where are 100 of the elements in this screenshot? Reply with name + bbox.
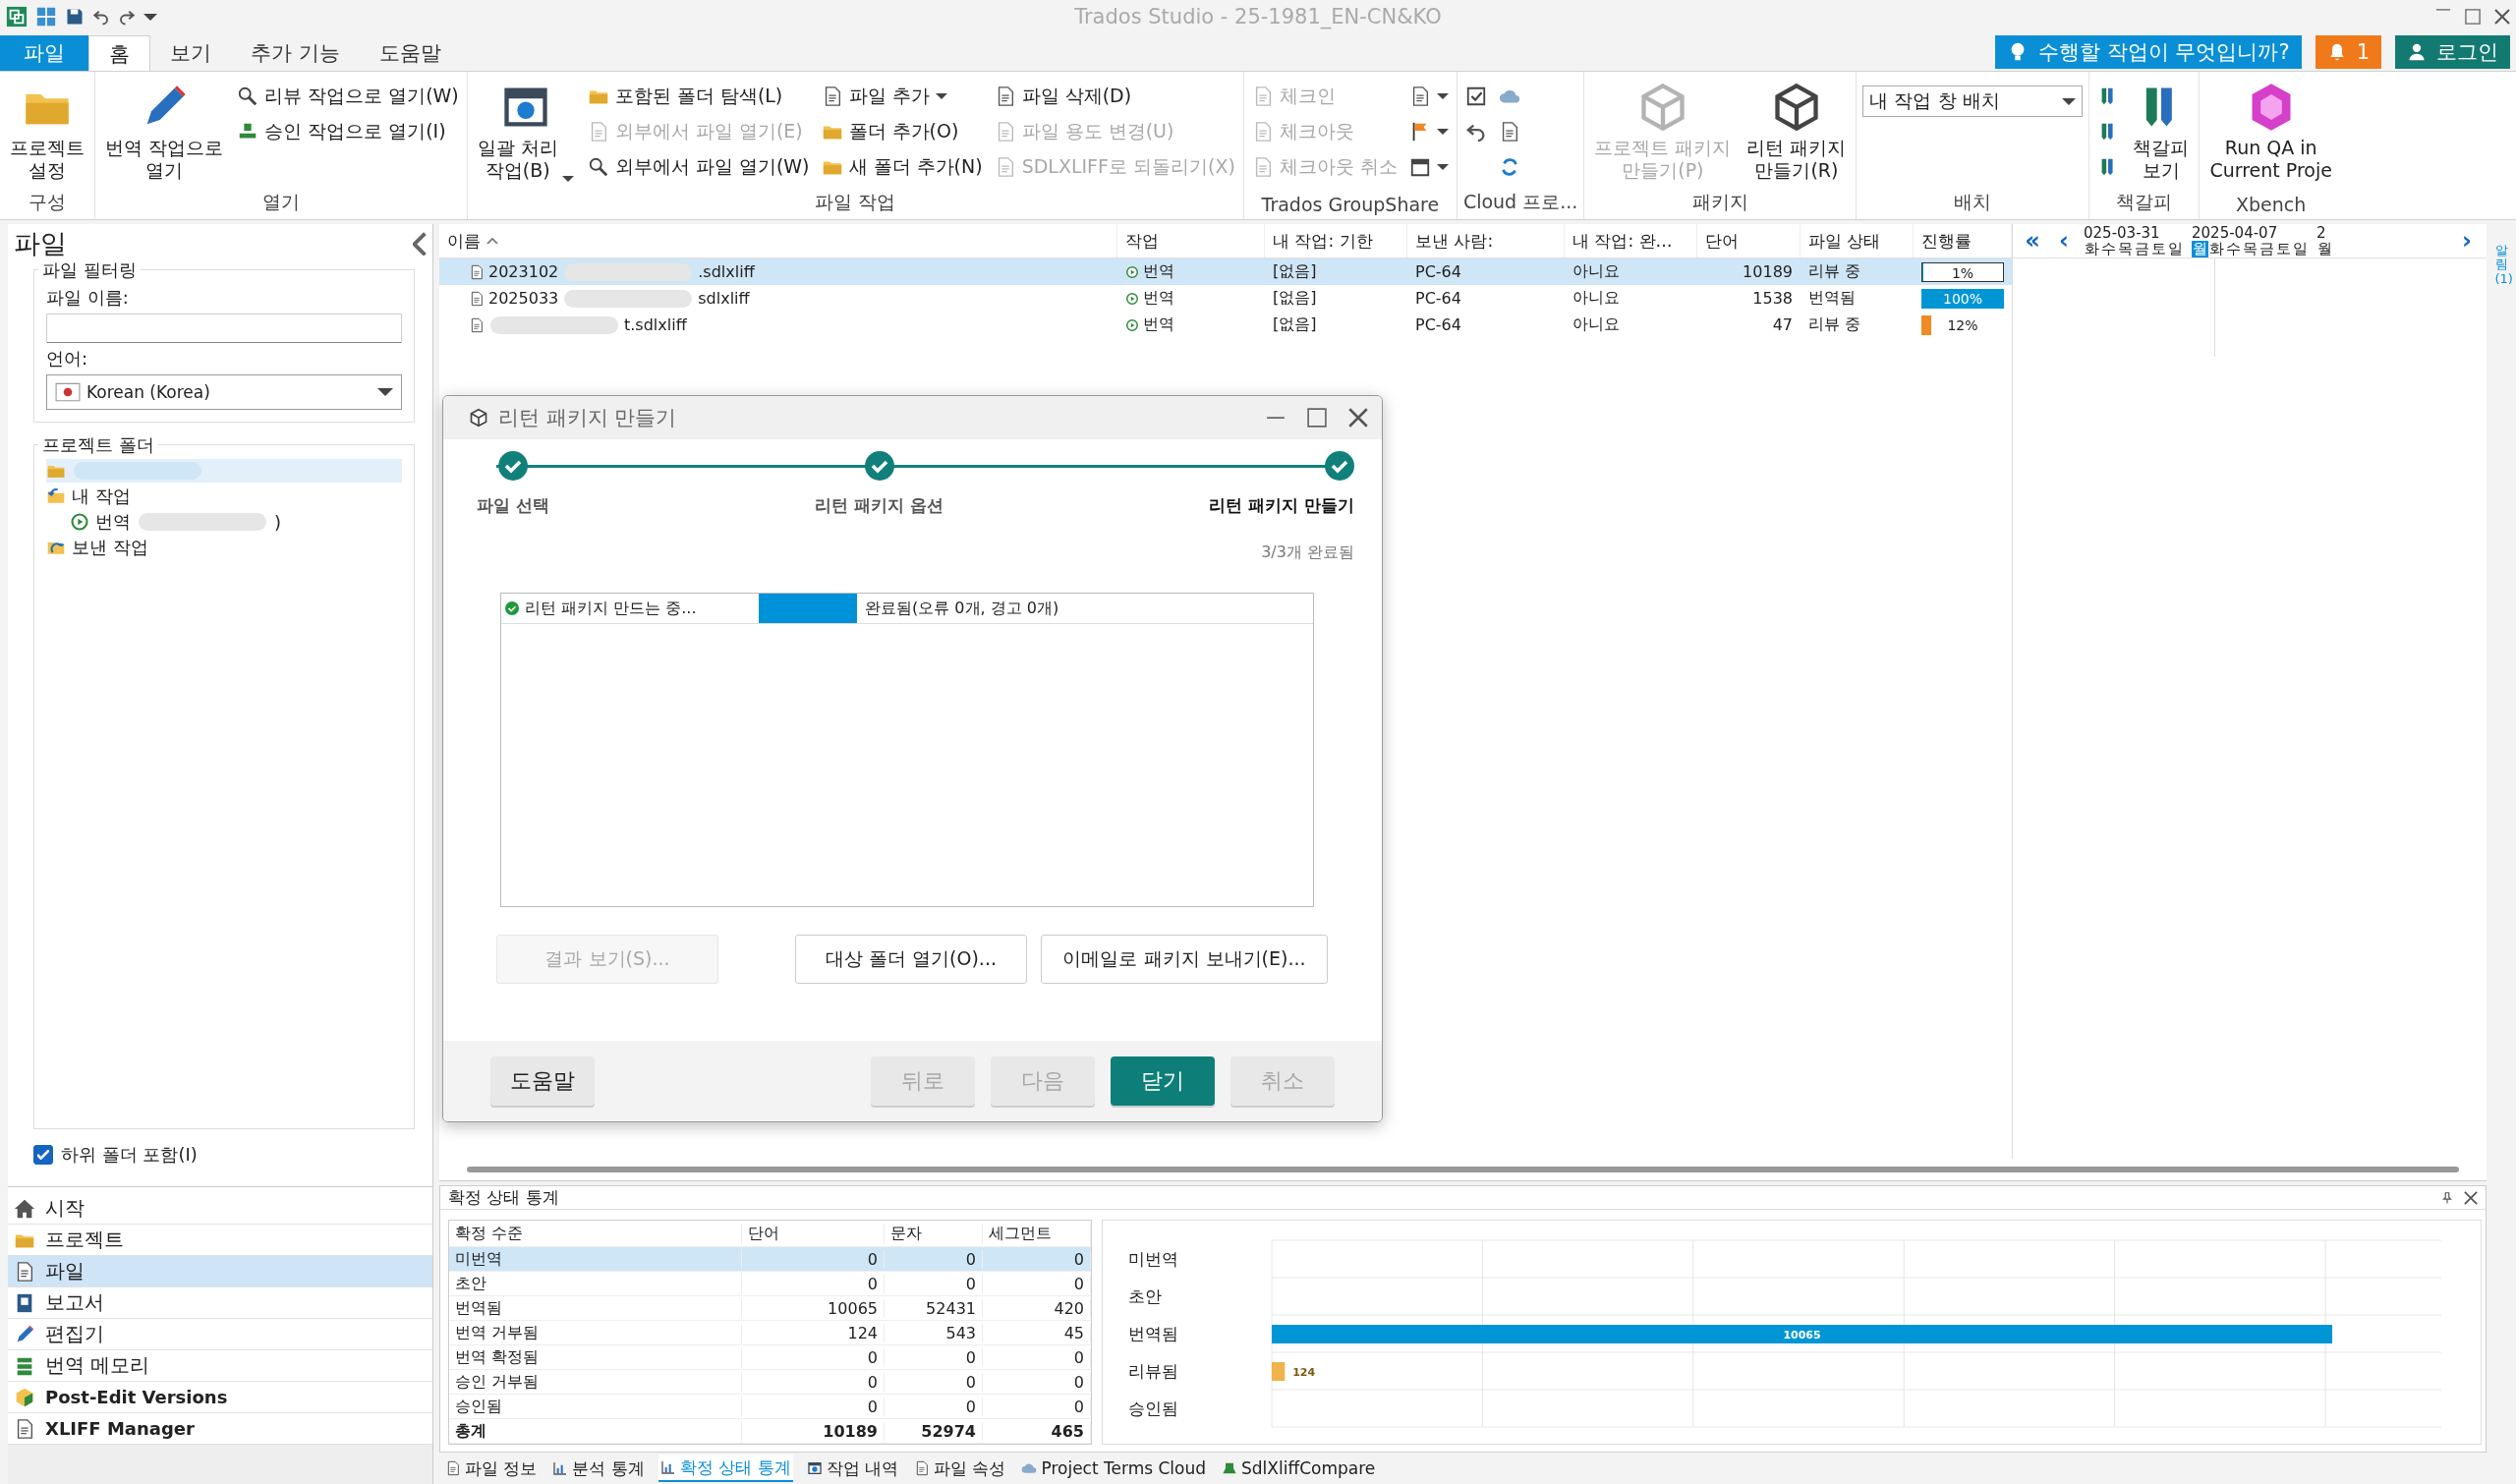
table-cell: 0	[983, 1397, 1091, 1416]
cube-icon	[14, 1386, 35, 1408]
nav-item[interactable]: 편집기	[8, 1319, 432, 1350]
ribbon-button[interactable]: 외부에서 파일 열기(W)	[585, 150, 812, 184]
table-cell: 0	[742, 1274, 885, 1293]
task-result: 완료됨(오류 0개, 경고 0개)	[864, 597, 1059, 619]
calendar-icon	[1408, 156, 1431, 178]
file-row[interactable]: t.sdlxliff 번역 [없음] PC-64 아니요 47 리뷰 중 12%	[439, 312, 2012, 338]
batch-window-icon	[806, 1460, 823, 1476]
caret-icon	[2062, 97, 2077, 105]
column-header[interactable]: 보낸 사람:	[1407, 224, 1565, 257]
include-subfolders-checkbox[interactable]: 하위 폴더 포함(I)	[8, 1129, 432, 1180]
nav-item[interactable]: 파일	[8, 1256, 432, 1287]
week-label: 2025-04-07	[2192, 224, 2279, 241]
ribbon-button[interactable]: 포함된 폴더 탐색(L)	[585, 80, 812, 113]
calendar-day[interactable]: 금	[2259, 240, 2275, 257]
column-header[interactable]: 진행률	[1914, 224, 2012, 257]
table-cell: 0	[885, 1372, 983, 1392]
tree-item[interactable]: 번역 )	[46, 510, 402, 534]
calendar-day[interactable]: 수	[2100, 240, 2117, 257]
file-name: 2025033	[488, 289, 559, 308]
column-header[interactable]: 단어	[1697, 224, 1801, 257]
file-name-field[interactable]	[46, 314, 402, 343]
calendar-day[interactable]: 월	[2316, 240, 2333, 257]
panel-tab[interactable]: 파일 속성	[912, 1455, 1008, 1482]
table-cell: 0	[742, 1249, 885, 1269]
calendar-day[interactable]: 목	[2242, 240, 2259, 257]
calendar-day[interactable]: 일	[2167, 240, 2184, 257]
dialog-button[interactable]: 닫기	[1111, 1056, 1215, 1106]
calendar-day[interactable]: 목	[2117, 240, 2134, 257]
ribbon-button[interactable]: 프로젝트 설정	[6, 80, 88, 184]
calendar-day[interactable]: 토	[2275, 240, 2292, 257]
table-cell: 10189	[742, 1421, 885, 1441]
calendar-prev-button[interactable]: ‹	[2052, 227, 2076, 255]
action-button[interactable]: 대상 폴더 열기(O)...	[795, 935, 1027, 984]
column-header[interactable]: 내 작업: 기한	[1265, 224, 1407, 257]
calendar-day[interactable]: 토	[2150, 240, 2167, 257]
step-label: 리턴 패키지 만들기	[1209, 494, 1354, 517]
scrollbar-thumb[interactable]	[467, 1167, 2459, 1172]
ribbon-button[interactable]: Run QA in Current Proje	[2205, 80, 2336, 184]
ribbon-button[interactable]: 파일 삭제(D)	[992, 80, 1237, 113]
ribbon-button[interactable]: 리뷰 작업으로 열기(W)	[235, 80, 461, 113]
dialog-title: 리턴 패키지 만들기	[498, 405, 677, 431]
ribbon-button[interactable]: 번역 작업으로 열기	[101, 80, 228, 184]
calendar-next-button[interactable]: ›	[2455, 227, 2479, 255]
ribbon-tab[interactable]: 보기	[150, 35, 231, 71]
ribbon-button[interactable]: 승인 작업으로 열기(I)	[235, 115, 461, 148]
panel-tab[interactable]: 분석 통계	[550, 1455, 647, 1482]
column-header[interactable]: 이름	[439, 224, 1117, 257]
tell-me-button[interactable]: 수행할 작업이 무엇입니까?	[1995, 35, 2302, 69]
nav-item[interactable]: 번역 메모리	[8, 1350, 432, 1382]
ribbon-button[interactable]: 새 폴더 추가(N)	[819, 150, 985, 184]
tree-item[interactable]: 보낸 작업	[46, 536, 402, 559]
ribbon-button[interactable]: 일괄 처리 작업(B)	[473, 80, 578, 184]
column-header[interactable]: 확정 수준	[449, 1223, 742, 1244]
column-header[interactable]: 세그먼트	[983, 1223, 1091, 1244]
nav-item[interactable]: 시작	[8, 1193, 432, 1225]
column-header[interactable]: 파일 상태	[1801, 224, 1914, 257]
file-row[interactable]: 2025033 sdlxliff 번역 [없음] PC-64 아니요 1538 번역됨 100%	[439, 285, 2012, 312]
column-header[interactable]: 문자	[885, 1223, 983, 1244]
login-button[interactable]: 로그인	[2395, 35, 2510, 69]
column-header[interactable]: 단어	[742, 1223, 885, 1244]
tree-item[interactable]: 내 작업	[46, 485, 402, 508]
layout-dropdown[interactable]: 내 작업 창 배치	[1862, 86, 2084, 117]
dialog-button[interactable]: 도움말	[490, 1056, 595, 1106]
panel-tab[interactable]: 파일 정보	[443, 1455, 540, 1482]
calendar-day[interactable]: 수	[2225, 240, 2242, 257]
column-header[interactable]: 내 작업: 완…	[1565, 224, 1697, 257]
calendar-day[interactable]: 월	[2192, 240, 2208, 257]
file-row[interactable]: 2023102 .sdlxliff 번역 [없음] PC-64 아니요 10189 리뷰 중 1%	[439, 258, 2012, 285]
ribbon-tab[interactable]: 홈	[88, 35, 150, 71]
calendar-day[interactable]: 화	[2208, 240, 2225, 257]
ribbon-button[interactable]: 파일 추가	[819, 80, 985, 113]
calendar-day[interactable]: 일	[2292, 240, 2309, 257]
panel-tab[interactable]: 작업 내역	[804, 1455, 901, 1482]
nav-item[interactable]: Post-Edit Versions	[8, 1382, 432, 1413]
table-cell-text: [없음]	[1272, 261, 1318, 282]
ribbon-tab[interactable]: 파일	[0, 35, 88, 71]
column-header[interactable]: 작업	[1117, 224, 1265, 257]
window-title: Trados Studio - 25-1981_EN-CN&KO	[1074, 5, 1442, 29]
field-label: 언어:	[46, 347, 89, 371]
ribbon-button[interactable]: 책갈피 보기	[2129, 80, 2194, 184]
calendar-first-button[interactable]: «	[2021, 227, 2044, 255]
calendar-day[interactable]: 화	[2084, 240, 2100, 257]
minimize-icon	[2435, 9, 2451, 11]
ribbon-button[interactable]: 리턴 패키지 만들기(R)	[1743, 80, 1851, 184]
ribbon-button[interactable]: 폴더 추가(O)	[819, 115, 985, 148]
table-cell: 10065	[742, 1298, 885, 1318]
task-cell: 번역	[1143, 288, 1174, 309]
nav-item[interactable]: 보고서	[8, 1287, 432, 1319]
calendar-day[interactable]: 금	[2134, 240, 2150, 257]
table-cell: 52431	[885, 1298, 983, 1318]
language-dropdown[interactable]: Korean (Korea)	[46, 374, 402, 410]
panel-tab[interactable]: Project Terms Cloud	[1019, 1455, 1209, 1482]
panel-tab[interactable]: 확정 상태 통계	[658, 1455, 793, 1482]
action-button[interactable]: 이메일로 패키지 보내기(E)...	[1041, 935, 1328, 984]
ribbon-tab[interactable]: 추가 기능	[231, 35, 360, 71]
ribbon-tab[interactable]: 도움말	[359, 35, 461, 71]
panel-tab[interactable]: SdlXliffCompare	[1220, 1455, 1378, 1482]
table-cell: 0	[742, 1372, 885, 1392]
